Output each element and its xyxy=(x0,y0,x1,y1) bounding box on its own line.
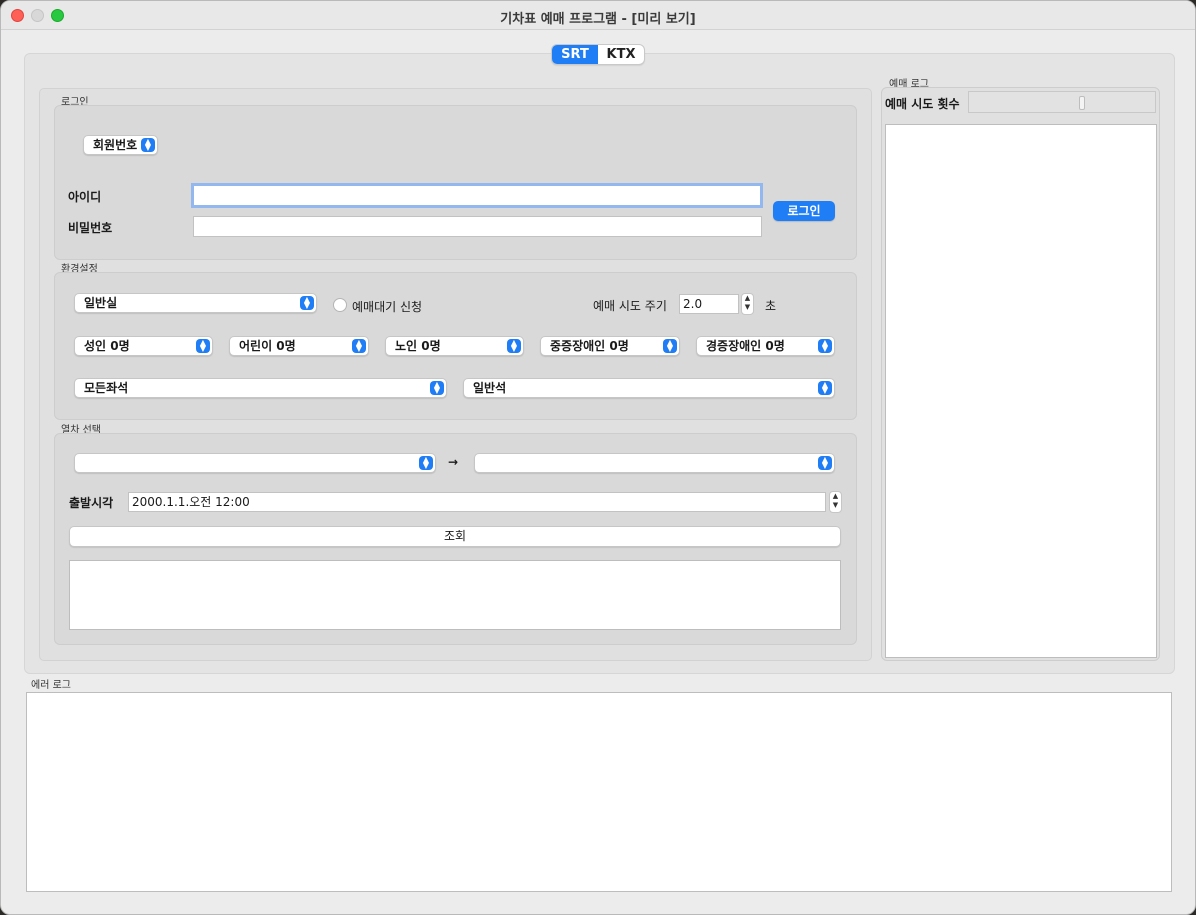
chevron-updown-icon: ▲ ▼ xyxy=(818,339,832,353)
chevron-updown-icon: ▲ ▼ xyxy=(663,339,677,353)
error-log-box[interactable] xyxy=(26,692,1172,892)
interval-label: 예매 시도 주기 xyxy=(593,299,667,313)
chevron-updown-icon: ▲ ▼ xyxy=(300,296,314,310)
search-button[interactable]: 조회 xyxy=(69,526,841,547)
chevron-updown-icon: ▲ ▼ xyxy=(818,381,832,395)
chevron-updown-icon: ▲ ▼ xyxy=(196,339,210,353)
interval-stepper[interactable]: ▲ ▼ xyxy=(741,293,754,315)
adult-count-value: 성인 0명 xyxy=(84,339,130,353)
waitlist-label: 예매대기 신청 xyxy=(352,300,423,314)
chevron-updown-icon: ▲ ▼ xyxy=(818,456,832,470)
severe-disability-count-select[interactable]: 중증장애인 0명 ▲ ▼ xyxy=(540,336,680,356)
seat-class-select[interactable]: 일반실 ▲ ▼ xyxy=(74,293,317,313)
attempts-indicator xyxy=(968,91,1156,113)
child-count-select[interactable]: 어린이 0명 ▲ ▼ xyxy=(229,336,369,356)
seat-class-value: 일반실 xyxy=(84,296,118,310)
arrival-station-select[interactable]: ▲ ▼ xyxy=(474,453,835,473)
senior-count-select[interactable]: 노인 0명 ▲ ▼ xyxy=(385,336,524,356)
seat-type-value: 일반석 xyxy=(473,381,507,395)
interval-field[interactable]: 2.0 xyxy=(679,294,739,314)
tab-ktx[interactable]: KTX xyxy=(598,45,644,64)
mild-disability-count-select[interactable]: 경증장애인 0명 ▲ ▼ xyxy=(696,336,835,356)
login-button[interactable]: 로그인 xyxy=(773,201,835,221)
chevron-updown-icon: ▲ ▼ xyxy=(507,339,521,353)
progress-knob xyxy=(1079,96,1085,110)
window-title: 기차표 예매 프로그램 - [미리 보기] xyxy=(500,12,696,27)
senior-count-value: 노인 0명 xyxy=(395,339,441,353)
departure-station-select[interactable]: ▲ ▼ xyxy=(74,453,436,473)
id-label: 아이디 xyxy=(68,190,102,204)
chevron-updown-icon: ▲ ▼ xyxy=(141,138,155,152)
depart-time-field[interactable]: 2000.1.1.오전 12:00 xyxy=(128,492,826,512)
title-bar: 기차표 예매 프로그램 - [미리 보기] xyxy=(1,1,1195,30)
depart-time-stepper[interactable]: ▲ ▼ xyxy=(829,491,842,513)
train-results-box[interactable] xyxy=(69,560,841,630)
id-field[interactable] xyxy=(191,183,763,208)
direction-arrow: → xyxy=(448,455,459,469)
attempts-label: 예매 시도 횟수 xyxy=(885,97,960,111)
password-field[interactable] xyxy=(193,216,762,237)
member-type-value: 회원번호 xyxy=(93,138,138,152)
chevron-updown-icon: ▲ ▼ xyxy=(419,456,433,470)
seat-type-select[interactable]: 일반석 ▲ ▼ xyxy=(463,378,835,398)
chevron-updown-icon: ▲ ▼ xyxy=(430,381,444,395)
child-count-value: 어린이 0명 xyxy=(239,339,296,353)
chevron-updown-icon: ▲ ▼ xyxy=(352,339,366,353)
depart-time-label: 출발시각 xyxy=(69,496,114,510)
error-log-label: 에러 로그 xyxy=(31,680,71,691)
waitlist-radio[interactable] xyxy=(333,298,347,312)
tab-bar: SRT KTX xyxy=(551,44,645,65)
mild-disability-count-value: 경증장애인 0명 xyxy=(706,339,785,353)
adult-count-select[interactable]: 성인 0명 ▲ ▼ xyxy=(74,336,213,356)
tab-srt[interactable]: SRT xyxy=(552,45,598,64)
severe-disability-count-value: 중증장애인 0명 xyxy=(550,339,629,353)
interval-unit: 초 xyxy=(765,299,777,313)
member-type-select[interactable]: 회원번호 ▲ ▼ xyxy=(83,135,158,155)
app-window: 기차표 예매 프로그램 - [미리 보기] SRT KTX 로그인 회원번호 ▲… xyxy=(0,0,1196,915)
seat-position-value: 모든좌석 xyxy=(84,381,129,395)
seat-position-select[interactable]: 모든좌석 ▲ ▼ xyxy=(74,378,447,398)
reservation-log-box[interactable] xyxy=(885,124,1157,658)
password-label: 비밀번호 xyxy=(68,221,113,235)
